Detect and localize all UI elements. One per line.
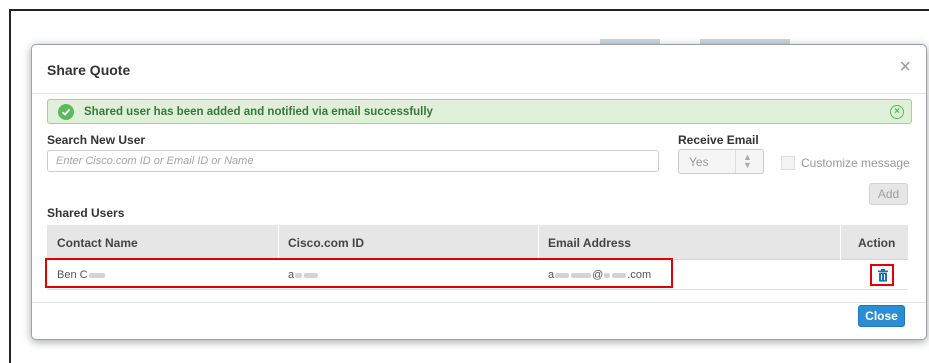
check-circle-icon (58, 104, 74, 120)
receive-email-value: Yes (689, 155, 709, 169)
column-separator (840, 225, 841, 260)
updown-arrows-icon: ▲ ▼ (743, 152, 752, 170)
add-button[interactable]: Add (869, 183, 908, 205)
search-user-input[interactable] (47, 150, 659, 172)
receive-email-label: Receive Email (678, 133, 759, 147)
close-circle-icon[interactable]: × (890, 105, 904, 119)
column-email-address: Email Address (548, 236, 631, 250)
footer-divider (32, 302, 926, 303)
column-cisco-id: Cisco.com ID (288, 236, 365, 250)
select-divider (735, 150, 736, 173)
search-new-user-label: Search New User (47, 133, 146, 147)
highlight-box (45, 258, 673, 288)
table-header: Contact Name Cisco.com ID Email Address … (47, 225, 908, 260)
column-separator (538, 225, 539, 260)
customize-message-label: Customize message (801, 156, 910, 170)
column-separator (278, 225, 279, 260)
delete-user-button[interactable] (870, 264, 894, 286)
success-alert: Shared user has been added and notified … (47, 99, 912, 124)
dialog-header: Share Quote × (32, 45, 926, 94)
alert-message: Shared user has been added and notified … (84, 106, 433, 118)
receive-email-select[interactable]: Yes ▲ ▼ (678, 149, 764, 174)
customize-message-checkbox[interactable] (781, 156, 795, 170)
dialog-close-icon[interactable]: × (899, 57, 911, 77)
trash-icon (878, 269, 888, 282)
shared-users-label: Shared Users (47, 206, 125, 220)
dialog-title: Share Quote (47, 62, 131, 78)
column-contact-name: Contact Name (57, 236, 138, 250)
share-quote-dialog: Share Quote × Shared user has been added… (31, 44, 927, 340)
column-action: Action (858, 236, 896, 250)
close-button[interactable]: Close (858, 305, 905, 327)
